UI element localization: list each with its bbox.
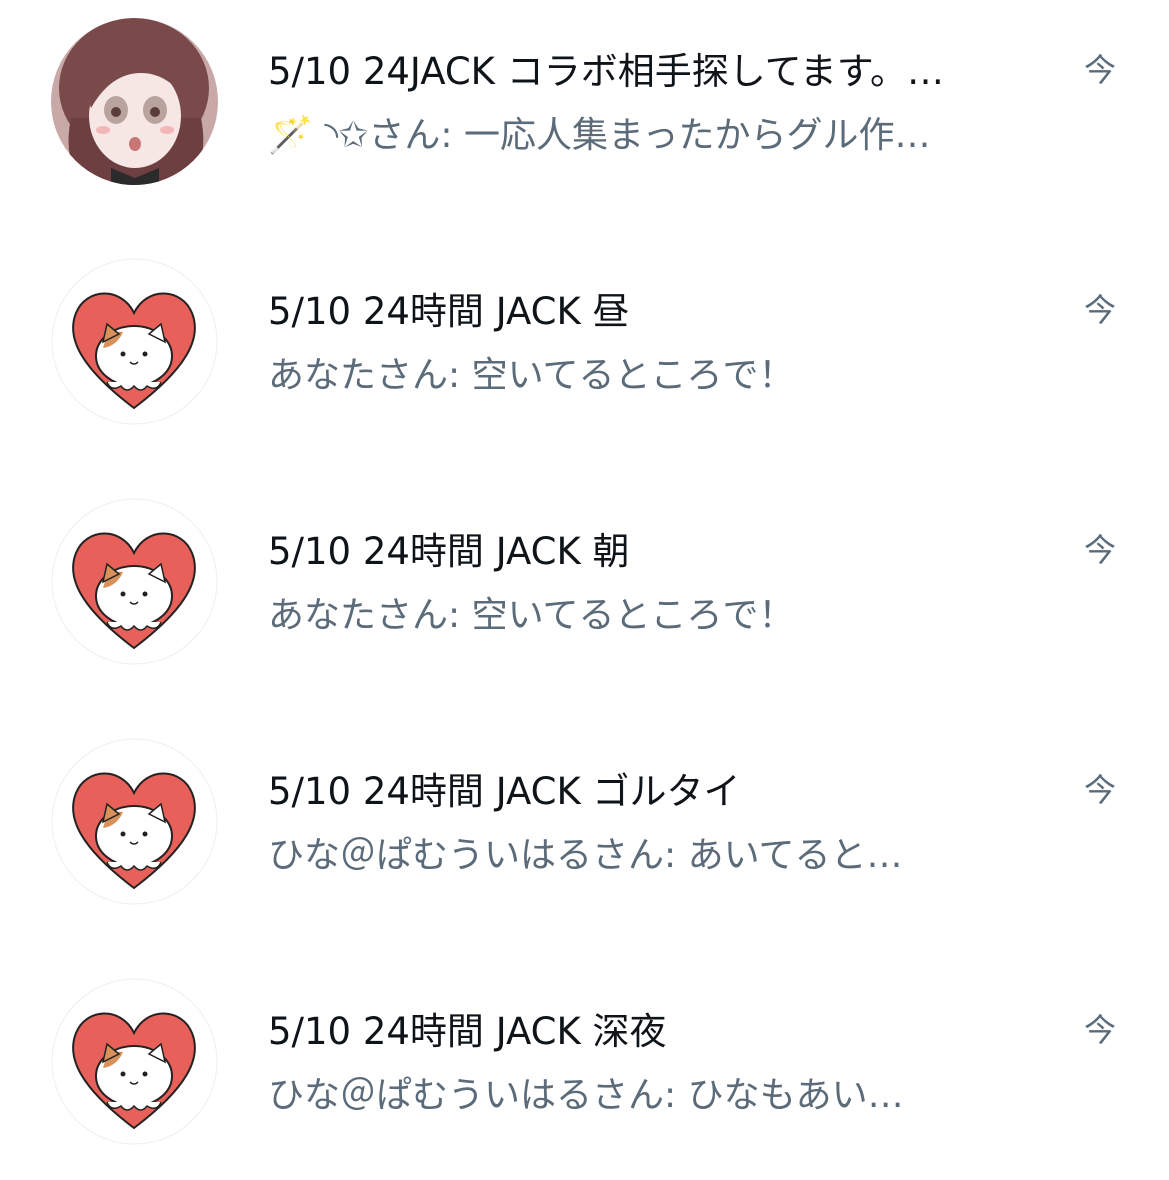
conversation-row[interactable]: 5/10 24時間 JACK 朝 あなたさん: 空いてるところで！ 今	[0, 480, 1169, 700]
conversation-preview: 🪄 ◝✩さん: 一応人集まったからグル作…	[268, 115, 931, 156]
cat-heart-avatar[interactable]	[51, 738, 218, 905]
conversation-row[interactable]: 5/10 24時間 JACK 深夜 ひな＠ぱむういはるさん: ひなもあい… 今	[0, 960, 1169, 1180]
cat-heart-avatar[interactable]	[51, 498, 218, 665]
cat-heart-avatar[interactable]	[51, 258, 218, 425]
conversation-title: 5/10 24JACK コラボ相手探してます。…	[268, 50, 945, 93]
conversation-preview: ひな＠ぱむういはるさん: あいてると…	[268, 835, 903, 876]
conversation-title: 5/10 24時間 JACK 深夜	[268, 1010, 667, 1053]
conversation-time: 今	[1083, 51, 1116, 89]
conversation-time: 今	[1083, 771, 1116, 809]
conversation-time: 今	[1083, 1011, 1116, 1049]
conversation-title: 5/10 24時間 JACK ゴルタイ	[268, 770, 741, 813]
conversation-title: 5/10 24時間 JACK 朝	[268, 530, 630, 573]
cat-heart-avatar[interactable]	[51, 978, 218, 1145]
conversation-title: 5/10 24時間 JACK 昼	[268, 290, 630, 333]
conversation-preview: あなたさん: 空いてるところで！	[268, 355, 795, 396]
anime-girl-avatar[interactable]	[51, 18, 218, 185]
conversation-row[interactable]: 5/10 24時間 JACK ゴルタイ ひな＠ぱむういはるさん: あいてると… …	[0, 720, 1169, 940]
conversation-preview: ひな＠ぱむういはるさん: ひなもあい…	[268, 1075, 904, 1116]
conversation-row[interactable]: 5/10 24JACK コラボ相手探してます。… 🪄 ◝✩さん: 一応人集まった…	[0, 0, 1169, 220]
conversation-row[interactable]: 5/10 24時間 JACK 昼 あなたさん: 空いてるところで！ 今	[0, 240, 1169, 460]
conversation-preview: あなたさん: 空いてるところで！	[268, 595, 795, 636]
conversation-time: 今	[1083, 291, 1116, 329]
conversation-list: 5/10 24JACK コラボ相手探してます。… 🪄 ◝✩さん: 一応人集まった…	[0, 0, 1169, 1161]
conversation-time: 今	[1083, 531, 1116, 569]
